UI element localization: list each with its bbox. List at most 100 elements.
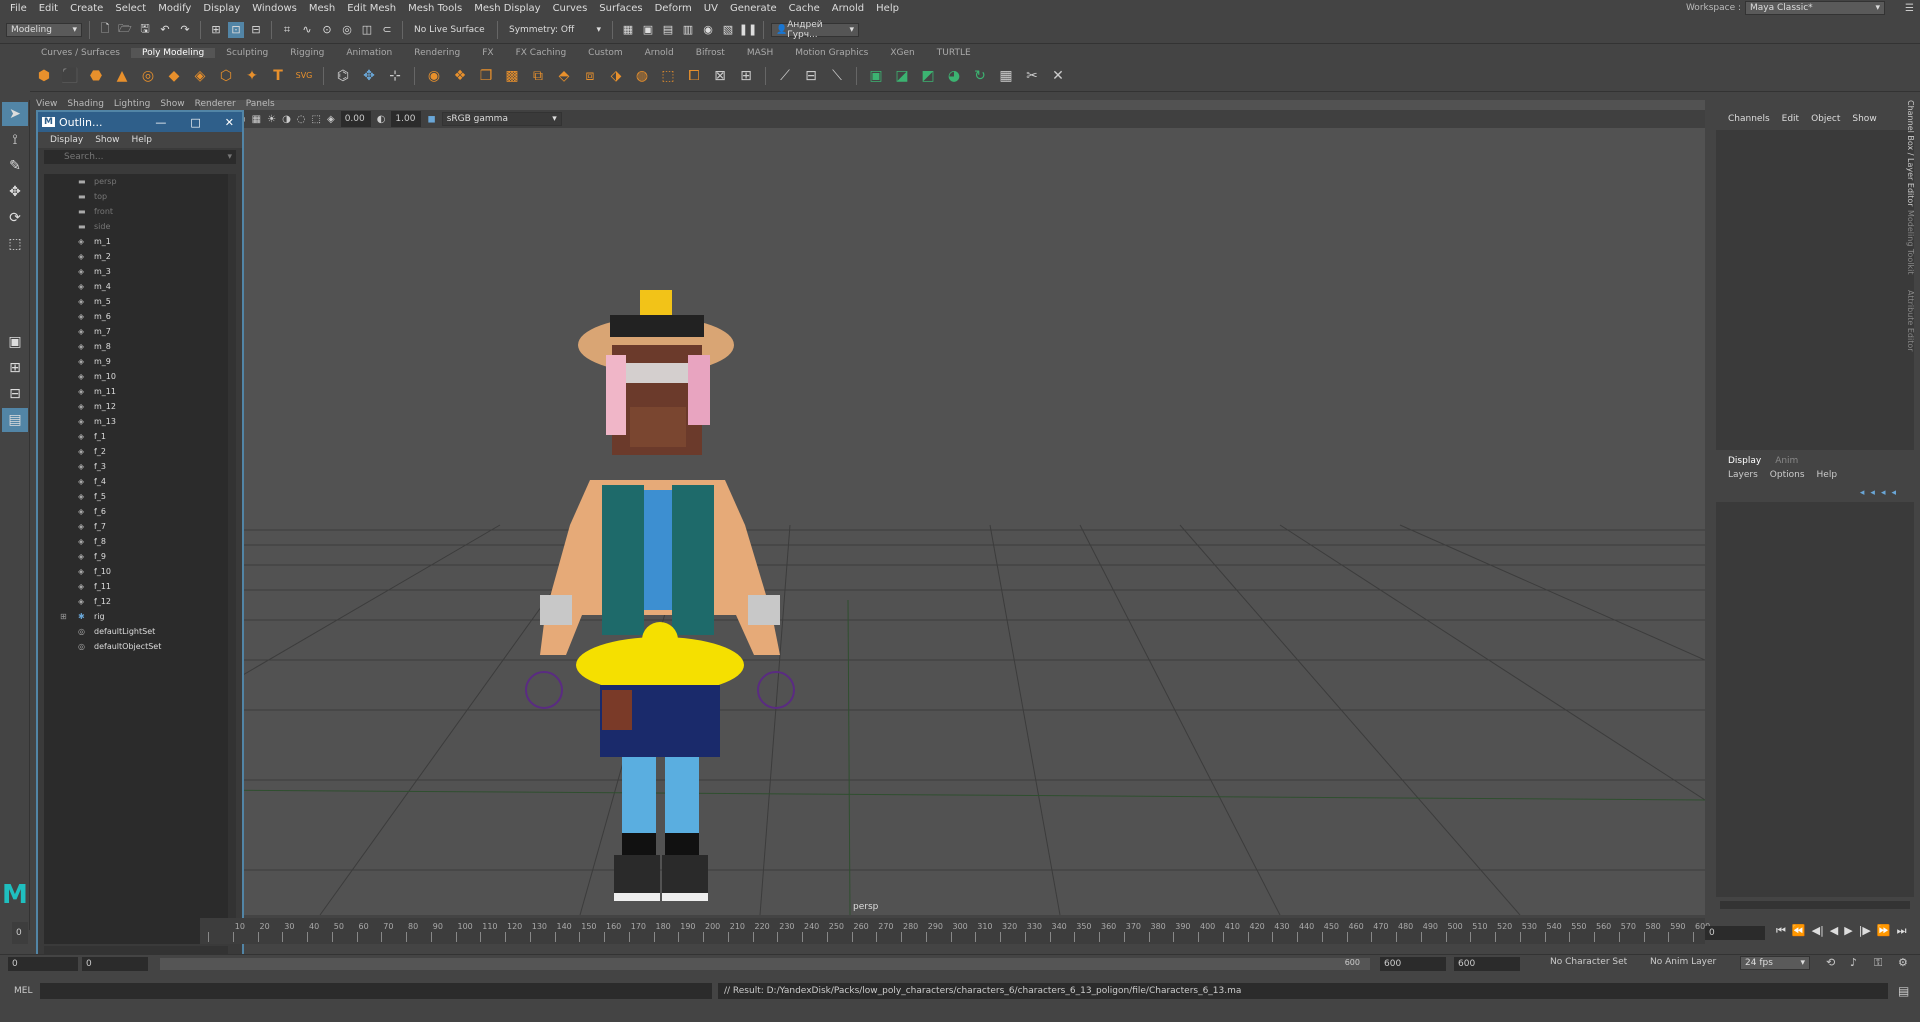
merge-icon[interactable]: ⊠: [710, 66, 730, 86]
live-surface-field[interactable]: No Live Surface: [410, 22, 490, 37]
outliner-item[interactable]: ◈ m_2: [44, 249, 228, 264]
cut-uv-icon[interactable]: ✂: [1022, 66, 1042, 86]
channel-box-menu-channels[interactable]: Channels: [1728, 114, 1770, 128]
outliner-item[interactable]: ◈ f_6: [44, 504, 228, 519]
play-backward-icon[interactable]: ◀: [1830, 924, 1838, 938]
xray-icon[interactable]: ◌: [297, 114, 306, 125]
chevron-down-icon[interactable]: ▾: [227, 152, 232, 162]
step-forward-frame-icon[interactable]: |▶: [1859, 924, 1871, 938]
shadows-icon[interactable]: ◑: [282, 114, 291, 125]
menu-deform[interactable]: Deform: [649, 3, 698, 14]
shelf-tab-fx[interactable]: FX: [471, 48, 504, 58]
layer-scrollbar[interactable]: [1720, 901, 1910, 909]
outliner-item[interactable]: ◈ m_3: [44, 264, 228, 279]
move-layer-up-icon[interactable]: ◂: [1860, 488, 1865, 498]
maximize-icon[interactable]: □: [190, 116, 200, 129]
shelf-tab-mash[interactable]: MASH: [736, 48, 784, 58]
outliner-item[interactable]: ▬ front: [44, 204, 228, 219]
uv-icon[interactable]: ✥: [359, 66, 379, 86]
outliner-item[interactable]: ◈ f_11: [44, 579, 228, 594]
outliner-item[interactable]: ◈ f_7: [44, 519, 228, 534]
render-settings-icon[interactable]: ▥: [680, 22, 696, 38]
channel-box-menu-edit[interactable]: Edit: [1782, 114, 1799, 128]
colorspace-select[interactable]: sRGB gamma ▾: [441, 112, 562, 126]
outliner-item[interactable]: ◈ f_3: [44, 459, 228, 474]
outliner-titlebar[interactable]: M Outlin... — □ ✕: [38, 112, 242, 132]
menu-mesh-tools[interactable]: Mesh Tools: [402, 3, 468, 14]
cube-icon[interactable]: ⬛: [60, 66, 80, 86]
select-object-icon[interactable]: ⊡: [228, 21, 244, 38]
bridge-icon[interactable]: ⬚: [658, 66, 678, 86]
menu-mesh-display[interactable]: Mesh Display: [468, 3, 546, 14]
shelf-tab-custom[interactable]: Custom: [577, 48, 633, 58]
menu-display[interactable]: Display: [197, 3, 246, 14]
layer-menu-options[interactable]: Options: [1770, 470, 1805, 484]
viewport-menu-panels[interactable]: Panels: [246, 99, 275, 110]
shelf-tab-rigging[interactable]: Rigging: [279, 48, 335, 58]
shelf-tab-bifrost[interactable]: Bifrost: [685, 48, 736, 58]
outliner-item[interactable]: ◈ m_6: [44, 309, 228, 324]
sound-icon[interactable]: ♪: [1850, 956, 1857, 969]
layer-tab-anim[interactable]: Anim: [1775, 456, 1798, 470]
range-start-field[interactable]: 0: [82, 957, 148, 971]
outliner-item[interactable]: ◈ f_10: [44, 564, 228, 579]
outliner-item[interactable]: ▬ top: [44, 189, 228, 204]
mirror-icon[interactable]: ⧉: [528, 66, 548, 86]
outliner-item[interactable]: ◈ m_13: [44, 414, 228, 429]
gamma-icon[interactable]: ◐: [377, 114, 386, 125]
start-time-field[interactable]: 0: [8, 957, 78, 971]
command-language-label[interactable]: MEL: [0, 986, 40, 996]
outliner-scrollbar[interactable]: [228, 174, 236, 944]
cylindrical-uv-icon[interactable]: ◩: [918, 66, 938, 86]
menu-surfaces[interactable]: Surfaces: [593, 3, 648, 14]
gamma-field[interactable]: 1.00: [391, 111, 422, 127]
fill-hole-icon[interactable]: ◍: [632, 66, 652, 86]
snap-surface-icon[interactable]: ◫: [359, 22, 375, 38]
multicut-icon[interactable]: ⟋: [775, 66, 795, 86]
smooth-icon[interactable]: ▩: [502, 66, 522, 86]
menu-set-select[interactable]: Modeling ▾: [6, 22, 82, 37]
lights-icon[interactable]: ☀: [267, 114, 276, 125]
target-weld-icon[interactable]: ⟍: [827, 66, 847, 86]
viewport-menu-shading[interactable]: Shading: [67, 99, 104, 110]
open-scene-icon[interactable]: 🗁: [117, 22, 133, 38]
snap-point-icon[interactable]: ⊙: [319, 22, 335, 38]
layout-icon[interactable]: ☰: [1905, 3, 1914, 14]
snap-view-icon[interactable]: ◎: [339, 22, 355, 38]
shelf-tab-fx-caching[interactable]: FX Caching: [505, 48, 578, 58]
select-tool-icon[interactable]: ➤: [2, 102, 28, 126]
outliner-item[interactable]: ◈ f_8: [44, 534, 228, 549]
outliner-item[interactable]: ◈ f_1: [44, 429, 228, 444]
planar-uv-icon[interactable]: ◪: [892, 66, 912, 86]
single-perspective-icon[interactable]: ▣: [2, 330, 28, 354]
end-time-field[interactable]: 600: [1454, 957, 1520, 971]
layer-tab-display[interactable]: Display: [1728, 456, 1761, 470]
outliner-list[interactable]: ▬ persp ▬ top ▬ front ▬ side ◈ m_1 ◈ m_2 ◈ m_3 ◈ m_4 ◈ m_…: [44, 174, 228, 944]
character-model[interactable]: [510, 145, 800, 915]
script-editor-icon[interactable]: ▤: [1898, 984, 1909, 998]
outliner-item[interactable]: ◈ f_2: [44, 444, 228, 459]
menu-edit-mesh[interactable]: Edit Mesh: [341, 3, 402, 14]
extract-icon[interactable]: ❐: [476, 66, 496, 86]
menu-select[interactable]: Select: [109, 3, 152, 14]
layer-list[interactable]: [1716, 502, 1914, 897]
menu-uv[interactable]: UV: [698, 3, 724, 14]
outliner-item[interactable]: ◈ f_4: [44, 474, 228, 489]
edge-loop-icon[interactable]: ⊟: [801, 66, 821, 86]
snap-grid-icon[interactable]: ⌗: [279, 22, 295, 38]
user-account-select[interactable]: 👤 Андрей Гурч... ▾: [771, 20, 859, 40]
new-layer-icon[interactable]: ◂: [1881, 488, 1886, 498]
separate-icon[interactable]: ❖: [450, 66, 470, 86]
viewport-3d[interactable]: persp: [200, 100, 1705, 915]
channel-box-menu-object[interactable]: Object: [1811, 114, 1840, 128]
sphere-icon[interactable]: ⬢: [34, 66, 54, 86]
go-to-start-icon[interactable]: ⏮: [1776, 924, 1786, 938]
cylinder-icon[interactable]: ⬣: [86, 66, 106, 86]
outliner-item[interactable]: ◈ m_7: [44, 324, 228, 339]
character-set-select[interactable]: No Character Set: [1550, 957, 1627, 967]
anim-layer-select[interactable]: No Anim Layer: [1650, 957, 1716, 967]
step-back-key-icon[interactable]: ⏪: [1792, 924, 1806, 938]
bevel-edge-icon[interactable]: ⊞: [736, 66, 756, 86]
symmetry-select[interactable]: Symmetry: Off ▾: [505, 22, 605, 37]
exposure-field[interactable]: 0.00: [340, 111, 371, 127]
